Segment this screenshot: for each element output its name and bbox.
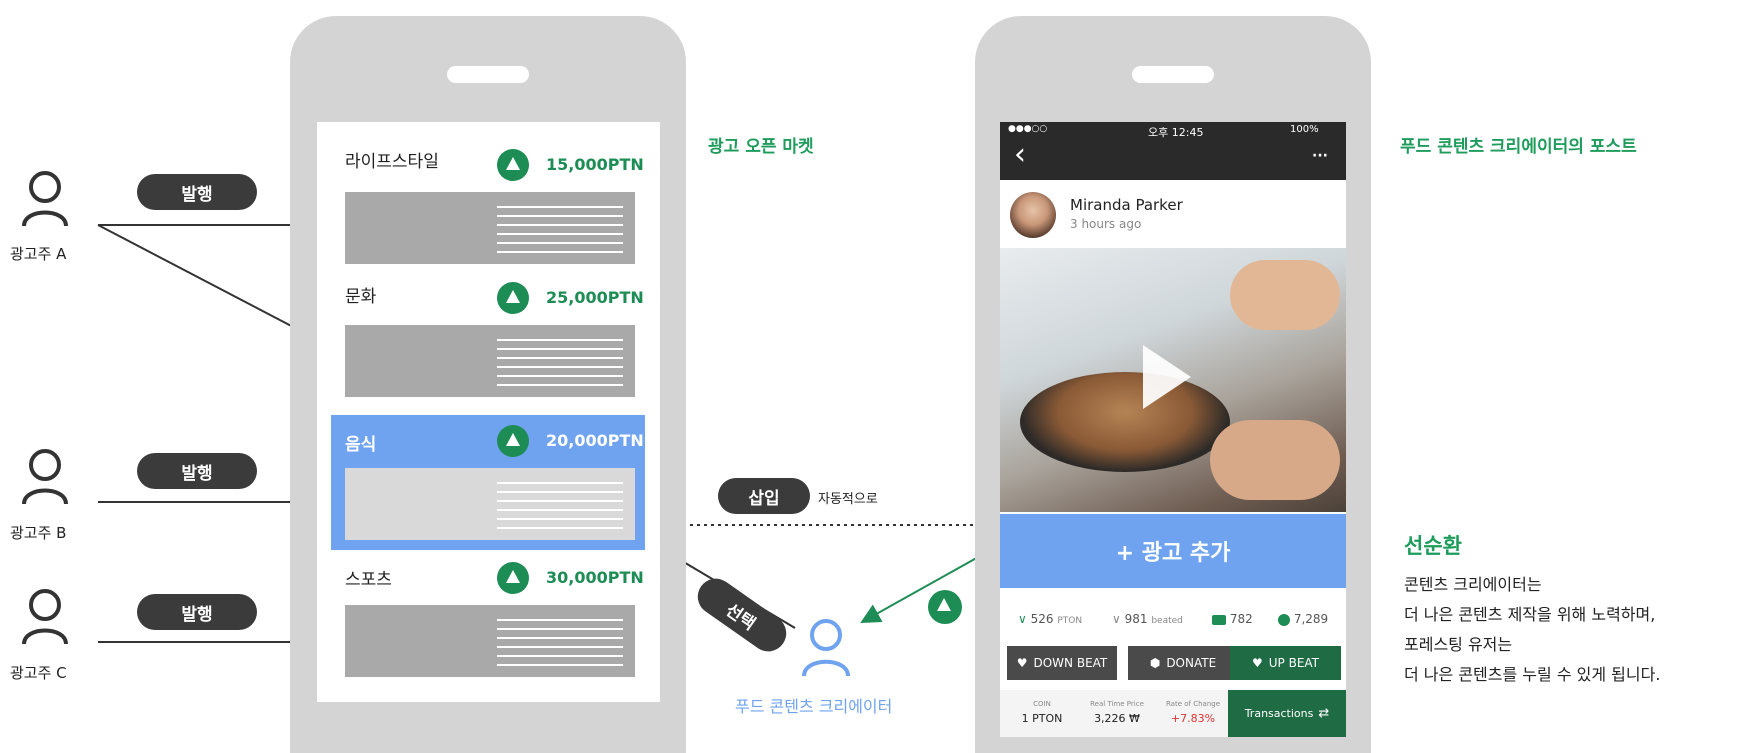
comment-count: 782: [1229, 612, 1253, 626]
donate-button[interactable]: ⬢ DONATE: [1128, 646, 1238, 680]
hand-shape: [1210, 420, 1340, 500]
category-culture[interactable]: 문화: [345, 282, 376, 307]
beated-value: 981: [1124, 612, 1148, 626]
ad-slot[interactable]: [345, 605, 635, 677]
hand-shape: [1230, 260, 1340, 330]
broken-heart-icon: ♥: [1016, 656, 1028, 670]
ptn-coin-icon: [497, 562, 529, 594]
coin-label: COIN: [1033, 700, 1051, 708]
rate-label: Rate of Change: [1165, 700, 1221, 708]
comment-icon: [1212, 614, 1226, 625]
price-label: Real Time Price: [1090, 700, 1144, 708]
category-food[interactable]: 음식: [345, 430, 376, 455]
category-price: 15,000PTN: [546, 155, 644, 174]
insert-badge: 삽입: [718, 478, 810, 514]
advertiser-c-label: 광고주 C: [10, 664, 67, 682]
chevron-down-icon: ∨: [1112, 612, 1125, 626]
cycle-line: 포레스팅 유저는: [1404, 635, 1513, 654]
person-icon: [22, 171, 68, 227]
hexagon-icon: ⬢: [1149, 656, 1161, 670]
creator-person-icon: [802, 619, 850, 677]
chevron-down-icon: ∨: [1018, 612, 1031, 626]
ptn-coin-icon: [497, 149, 529, 181]
heart-icon: ♥: [1251, 656, 1263, 670]
pton-unit: PTON: [1057, 616, 1083, 626]
publish-badge-b: 발행: [137, 453, 257, 489]
auto-label: 자동적으로: [818, 492, 878, 507]
person-icon: [22, 449, 68, 505]
comment-stat[interactable]: 782: [1212, 612, 1253, 626]
ptn-coin-icon: [497, 282, 529, 314]
time-ago: 3 hours ago: [1070, 217, 1142, 231]
check-icon: [1278, 613, 1290, 626]
category-sports[interactable]: 스포츠: [345, 565, 392, 590]
status-carrier: ●●●○○: [1008, 124, 1048, 134]
category-price: 25,000PTN: [546, 288, 644, 307]
transactions-label: Transactions: [1244, 707, 1314, 720]
transactions-button[interactable]: Transactions ⇄: [1228, 690, 1346, 737]
avatar[interactable]: [1010, 192, 1056, 238]
cycle-line: 더 나은 콘텐츠 제작을 위해 노력하며,: [1404, 605, 1656, 624]
status-battery: 100%: [1290, 124, 1319, 135]
status-time: 오후 12:45: [1148, 126, 1204, 139]
beated-stat: ∨ 981 beated: [1112, 612, 1183, 626]
category-price: 20,000PTN: [546, 431, 644, 450]
more-icon[interactable]: ···: [1312, 148, 1328, 164]
advertiser-a-label: 광고주 A: [10, 245, 67, 263]
check-count: 7,289: [1293, 612, 1329, 626]
back-icon[interactable]: ‹: [1014, 140, 1026, 170]
rate-value: +7.83%: [1170, 712, 1216, 725]
phone-speaker: [1132, 66, 1214, 83]
reward-coin-icon: [928, 590, 962, 624]
ad-slot[interactable]: [345, 325, 635, 397]
add-ad-button[interactable]: + 광고 추가: [1000, 514, 1346, 588]
donate-label: DONATE: [1166, 656, 1217, 670]
pan-shape: [1020, 372, 1230, 472]
check-stat[interactable]: 7,289: [1278, 612, 1328, 626]
person-icon: [22, 589, 68, 645]
beated-unit: beated: [1151, 616, 1183, 626]
author-name[interactable]: Miranda Parker: [1070, 196, 1183, 214]
up-beat-label: UP BEAT: [1268, 656, 1320, 670]
post-title: 푸드 콘텐츠 크리에이터의 포스트: [1400, 137, 1637, 157]
creator-label: 푸드 콘텐츠 크리에이터: [735, 697, 893, 716]
price-value: 3,226 ₩: [1094, 712, 1140, 725]
pton-value: 526: [1030, 612, 1054, 626]
pton-stat: ∨ 526 PTON: [1018, 612, 1082, 626]
publish-badge-c: 발행: [137, 594, 257, 630]
down-beat-button[interactable]: ♥ DOWN BEAT: [1007, 646, 1117, 680]
publish-badge-a: 발행: [137, 174, 257, 210]
down-beat-label: DOWN BEAT: [1033, 656, 1108, 670]
cycle-line: 콘텐츠 크리에이터는: [1404, 575, 1542, 594]
swap-icon: ⇄: [1318, 706, 1330, 721]
market-title: 광고 오픈 마켓: [708, 137, 814, 157]
ptn-coin-icon: [497, 425, 529, 457]
coin-value: 1 PTON: [1021, 712, 1063, 725]
phone-speaker: [447, 66, 529, 83]
category-price: 30,000PTN: [546, 568, 644, 587]
category-lifestyle[interactable]: 라이프스타일: [345, 147, 439, 172]
ad-slot[interactable]: [345, 468, 635, 540]
cycle-title: 선순환: [1404, 534, 1462, 558]
ad-slot[interactable]: [345, 192, 635, 264]
play-icon[interactable]: [1143, 345, 1191, 409]
arrow-a-culture: [97, 224, 324, 343]
cycle-description: 콘텐츠 크리에이터는 더 나은 콘텐츠 제작을 위해 노력하며, 포레스팅 유저…: [1404, 570, 1660, 690]
up-beat-button[interactable]: ♥ UP BEAT: [1230, 646, 1341, 680]
advertiser-b-label: 광고주 B: [10, 524, 67, 542]
cycle-line: 더 나은 콘텐츠를 누릴 수 있게 됩니다.: [1404, 665, 1661, 684]
